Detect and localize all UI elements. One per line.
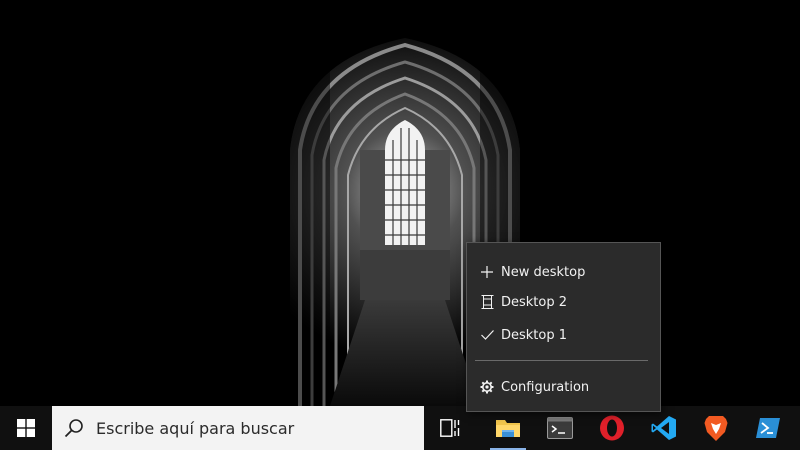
new-desktop-menu-item[interactable]: New desktop (467, 258, 660, 286)
vscode-icon (651, 416, 676, 440)
configuration-menu-item[interactable]: Configuration (467, 373, 660, 401)
powershell-taskbar-button[interactable] (742, 406, 794, 450)
configuration-label: Configuration (501, 379, 590, 395)
brave-icon (704, 415, 728, 441)
desktop-1-menu-item[interactable]: Desktop 1 (467, 321, 660, 349)
powershell-icon (756, 418, 780, 438)
new-desktop-label: New desktop (501, 264, 586, 280)
desktop-2-label: Desktop 2 (501, 294, 568, 310)
desktop-icon (477, 295, 497, 309)
brave-taskbar-button[interactable] (690, 406, 742, 450)
desktop-1-label: Desktop 1 (501, 327, 568, 343)
terminal-taskbar-button[interactable] (534, 406, 586, 450)
virtual-desktop-menu: New desktop Desktop 2 Desktop 1 Configur… (466, 242, 661, 412)
vscode-taskbar-button[interactable] (638, 406, 690, 450)
opera-icon (600, 415, 624, 441)
menu-divider (475, 360, 648, 361)
checkmark-icon (477, 330, 497, 340)
start-button[interactable] (0, 406, 52, 450)
task-view-button[interactable] (424, 406, 476, 450)
task-view-icon (440, 419, 460, 437)
file-explorer-taskbar-button[interactable] (482, 406, 534, 450)
opera-taskbar-button[interactable] (586, 406, 638, 450)
taskbar: Escribe aquí para buscar (0, 406, 800, 450)
search-icon (64, 418, 84, 438)
search-box[interactable]: Escribe aquí para buscar (52, 406, 424, 450)
plus-icon (477, 266, 497, 278)
windows-logo-icon (17, 419, 35, 437)
search-placeholder: Escribe aquí para buscar (96, 418, 295, 438)
gear-icon (477, 380, 497, 394)
desktop-wallpaper (0, 0, 800, 406)
desktop-2-menu-item[interactable]: Desktop 2 (467, 288, 660, 316)
terminal-icon (547, 417, 573, 439)
folder-icon (496, 420, 520, 437)
